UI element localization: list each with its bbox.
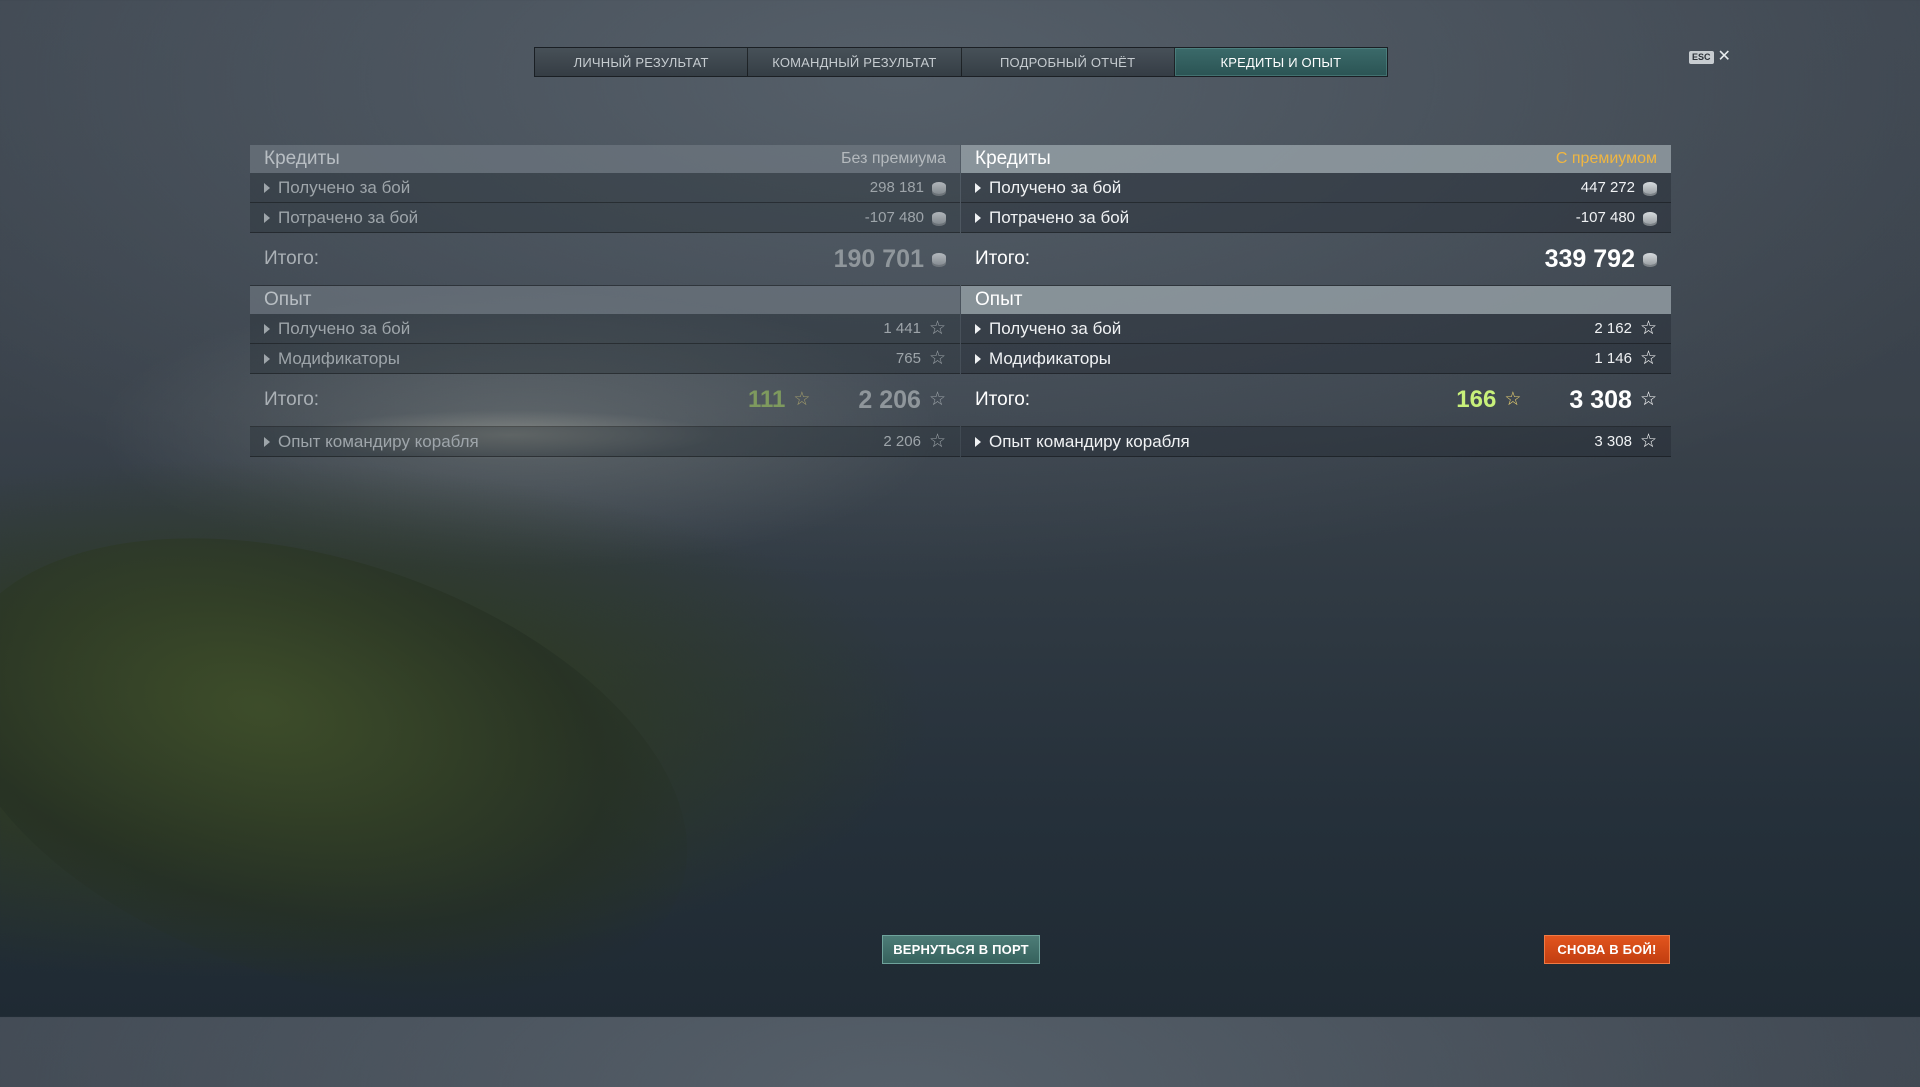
free-exp-star-icon: ☆ xyxy=(1504,389,1522,410)
tab-personal-result[interactable]: ЛИЧНЫЙ РЕЗУЛЬТАТ xyxy=(535,48,749,76)
exp-modifiers-row[interactable]: Модификаторы 1 146 ☆ xyxy=(961,344,1671,374)
star-icon: ☆ xyxy=(928,430,946,452)
panel-without-premium: Кредиты Без премиума Получено за бой 298… xyxy=(250,145,960,457)
credits-coin-icon xyxy=(932,181,946,194)
expand-caret-icon xyxy=(264,353,270,364)
row-label: Получено за бой xyxy=(989,318,1122,338)
credits-coin-icon xyxy=(932,211,946,224)
star-icon: ☆ xyxy=(928,347,946,369)
expand-caret-icon xyxy=(975,323,981,334)
credits-header: Кредиты С премиумом xyxy=(961,145,1671,173)
commander-exp-row[interactable]: Опыт командиру корабля 2 206 ☆ xyxy=(250,427,960,457)
total-label: Итого: xyxy=(975,389,1031,410)
row-value: 447 272 xyxy=(1580,179,1635,196)
star-icon: ☆ xyxy=(928,389,946,410)
row-value: -107 480 xyxy=(864,209,924,226)
star-icon: ☆ xyxy=(1639,430,1657,452)
total-value: 339 792 xyxy=(1544,244,1635,273)
expand-caret-icon xyxy=(975,212,981,223)
total-label: Итого: xyxy=(264,248,320,269)
credits-coin-icon xyxy=(1643,253,1657,265)
exp-header: Опыт xyxy=(250,286,960,314)
esc-key-badge: ESC xyxy=(1689,50,1714,64)
exp-modifiers-row[interactable]: Модификаторы 765 ☆ xyxy=(250,344,960,374)
expand-caret-icon xyxy=(975,436,981,447)
close-button[interactable]: ESC ✕ xyxy=(1689,48,1731,65)
row-value: 298 181 xyxy=(869,179,924,196)
free-exp-star-icon: ☆ xyxy=(793,389,811,410)
credits-total-row: Итого: 190 701 xyxy=(250,233,960,286)
credits-title: Кредиты xyxy=(975,148,1051,169)
tab-detailed-report[interactable]: ПОДРОБНЫЙ ОТЧЁТ xyxy=(961,48,1175,76)
credits-total-row: Итого: 339 792 xyxy=(961,233,1671,286)
row-label: Модификаторы xyxy=(989,348,1111,368)
premium-label: С премиумом xyxy=(1555,150,1657,167)
credits-earned-row[interactable]: Получено за бой 447 272 xyxy=(961,173,1671,203)
background-island xyxy=(0,452,747,1087)
row-label: Получено за бой xyxy=(989,177,1122,197)
exp-earned-row[interactable]: Получено за бой 1 441 ☆ xyxy=(250,314,960,344)
credits-coin-icon xyxy=(932,253,946,265)
commander-exp-row[interactable]: Опыт командиру корабля 3 308 ☆ xyxy=(961,427,1671,457)
close-icon: ✕ xyxy=(1717,48,1731,65)
total-label: Итого: xyxy=(975,248,1031,269)
row-label: Опыт командиру корабля xyxy=(278,431,479,451)
row-label: Получено за бой xyxy=(278,177,411,197)
row-value: 1 146 xyxy=(1594,350,1632,367)
battle-again-button[interactable]: СНОВА В БОЙ! xyxy=(1544,935,1670,964)
total-value: 190 701 xyxy=(833,244,924,273)
no-premium-label: Без премиума xyxy=(841,150,946,167)
credits-coin-icon xyxy=(1643,211,1657,224)
free-exp-value: 111 xyxy=(747,386,786,413)
free-exp-value: 166 xyxy=(1456,386,1497,413)
row-label: Модификаторы xyxy=(278,348,400,368)
row-value: 3 308 xyxy=(1594,433,1632,450)
result-tabs: ЛИЧНЫЙ РЕЗУЛЬТАТ КОМАНДНЫЙ РЕЗУЛЬТАТ ПОД… xyxy=(534,47,1388,77)
expand-caret-icon xyxy=(975,353,981,364)
star-icon: ☆ xyxy=(1639,347,1657,369)
row-value: -107 480 xyxy=(1575,209,1635,226)
panel-with-premium: Кредиты С премиумом Получено за бой 447 … xyxy=(961,145,1671,457)
row-label: Получено за бой xyxy=(278,318,411,338)
exp-title: Опыт xyxy=(975,289,1023,310)
row-value: 1 441 xyxy=(883,320,921,337)
row-value: 2 206 xyxy=(883,433,921,450)
tab-credits-and-exp[interactable]: КРЕДИТЫ И ОПЫТ xyxy=(1174,48,1387,76)
exp-header: Опыт xyxy=(961,286,1671,314)
credits-header: Кредиты Без премиума xyxy=(250,145,960,173)
total-label: Итого: xyxy=(264,389,320,410)
expand-caret-icon xyxy=(264,436,270,447)
total-value: 3 308 xyxy=(1569,385,1632,414)
total-value: 2 206 xyxy=(858,385,921,414)
row-label: Потрачено за бой xyxy=(989,207,1130,227)
expand-caret-icon xyxy=(975,182,981,193)
expand-caret-icon xyxy=(264,323,270,334)
exp-title: Опыт xyxy=(264,289,312,310)
row-label: Опыт командиру корабля xyxy=(989,431,1190,451)
row-label: Потрачено за бой xyxy=(278,207,419,227)
star-icon: ☆ xyxy=(1639,317,1657,339)
row-value: 765 xyxy=(895,350,921,367)
exp-total-row: Итого: 111 ☆ 2 206 ☆ xyxy=(250,374,960,427)
star-icon: ☆ xyxy=(928,317,946,339)
exp-earned-row[interactable]: Получено за бой 2 162 ☆ xyxy=(961,314,1671,344)
tab-team-result[interactable]: КОМАНДНЫЙ РЕЗУЛЬТАТ xyxy=(748,48,962,76)
credits-coin-icon xyxy=(1643,181,1657,194)
expand-caret-icon xyxy=(264,212,270,223)
credits-spent-row[interactable]: Потрачено за бой -107 480 xyxy=(961,203,1671,233)
exp-total-row: Итого: 166 ☆ 3 308 ☆ xyxy=(961,374,1671,427)
star-icon: ☆ xyxy=(1639,389,1657,410)
credits-title: Кредиты xyxy=(264,148,340,169)
row-value: 2 162 xyxy=(1594,320,1632,337)
credits-spent-row[interactable]: Потрачено за бой -107 480 xyxy=(250,203,960,233)
credits-earned-row[interactable]: Получено за бой 298 181 xyxy=(250,173,960,203)
return-to-port-button[interactable]: ВЕРНУТЬСЯ В ПОРТ xyxy=(882,935,1040,964)
expand-caret-icon xyxy=(264,182,270,193)
